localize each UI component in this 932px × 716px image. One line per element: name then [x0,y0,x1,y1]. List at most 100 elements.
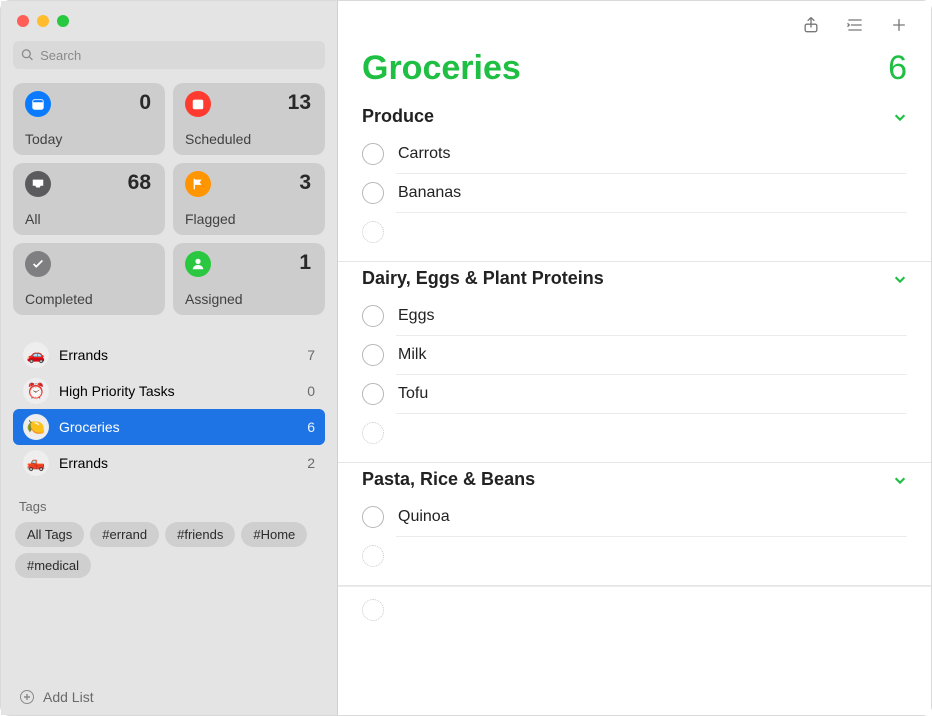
list-label: Errands [59,347,307,363]
new-reminder-placeholder[interactable] [396,212,907,251]
sidebar-list-errands-2[interactable]: 🛻 Errands 2 [13,445,325,481]
complete-toggle[interactable] [362,383,384,405]
new-item-circle-icon [362,545,384,567]
list-total-count: 6 [888,49,907,88]
calendar-icon [185,91,211,117]
tag-chip[interactable]: #Home [241,522,307,547]
list-count: 2 [307,455,315,471]
reminder-label: Milk [398,346,426,364]
complete-toggle[interactable] [362,305,384,327]
reminder-label: Eggs [398,307,434,325]
section-header[interactable]: Dairy, Eggs & Plant Proteins [362,268,907,289]
smart-list-count: 68 [128,171,151,195]
smart-list-all[interactable]: 68 All [13,163,165,235]
new-item-circle-icon [362,221,384,243]
fullscreen-window-button[interactable] [57,15,69,27]
share-button[interactable] [801,15,821,35]
list-header: Groceries 6 [338,49,931,100]
tray-icon [25,171,51,197]
sidebar-list-groceries[interactable]: 🍋 Groceries 6 [13,409,325,445]
sidebar-list-high-priority[interactable]: ⏰ High Priority Tasks 0 [13,373,325,409]
list-title: Groceries [362,49,521,88]
list-emoji-icon: 🛻 [23,450,49,476]
reminder-item[interactable]: Quinoa [362,498,907,536]
reminder-label: Bananas [398,184,461,202]
reminder-label: Carrots [398,145,450,163]
section-title: Produce [362,106,434,127]
smart-list-label: Completed [25,291,93,307]
toolbar [338,1,931,49]
new-item-circle-icon [362,599,384,621]
chevron-down-icon [893,110,907,124]
tag-chip[interactable]: #friends [165,522,235,547]
search-field[interactable] [13,41,325,69]
list-label: Errands [59,455,307,471]
smart-list-count: 1 [299,251,311,275]
add-list-button[interactable]: Add List [13,679,325,715]
reminder-item[interactable]: Carrots [362,135,907,173]
sidebar: 0 Today 13 Scheduled 68 All 3 Flagged [1,1,338,715]
smart-list-scheduled[interactable]: 13 Scheduled [173,83,325,155]
section-header[interactable]: Pasta, Rice & Beans [362,469,907,490]
section-produce: Produce Carrots Bananas [338,100,931,262]
section-header[interactable]: Produce [362,106,907,127]
main-content: Groceries 6 Produce Carrots Bananas [338,1,931,715]
section-title: Pasta, Rice & Beans [362,469,535,490]
new-reminder-placeholder[interactable] [396,413,907,452]
tag-chip[interactable]: #errand [90,522,159,547]
window-controls [13,15,325,27]
section-pasta: Pasta, Rice & Beans Quinoa [338,463,931,586]
plus-icon [889,15,909,35]
tag-chip[interactable]: All Tags [15,522,84,547]
list-count: 7 [307,347,315,363]
new-reminder-placeholder[interactable] [396,536,907,575]
smart-list-today[interactable]: 0 Today [13,83,165,155]
smart-list-count: 3 [299,171,311,195]
new-reminder-button[interactable] [889,15,909,35]
add-list-label: Add List [43,689,94,705]
smart-lists-grid: 0 Today 13 Scheduled 68 All 3 Flagged [13,83,325,315]
list-count: 0 [307,383,315,399]
list-count: 6 [307,419,315,435]
reminder-label: Quinoa [398,508,450,526]
section-title: Dairy, Eggs & Plant Proteins [362,268,604,289]
reminder-item[interactable]: Eggs [362,297,907,335]
minimize-window-button[interactable] [37,15,49,27]
tags-section: Tags All Tags #errand #friends #Home #me… [13,499,325,578]
flag-icon [185,171,211,197]
user-lists: 🚗 Errands 7 ⏰ High Priority Tasks 0 🍋 Gr… [13,337,325,481]
search-icon [21,48,34,62]
smart-list-assigned[interactable]: 1 Assigned [173,243,325,315]
view-options-button[interactable] [845,15,865,35]
reminder-item[interactable]: Tofu [396,374,907,413]
search-input[interactable] [40,48,317,63]
complete-toggle[interactable] [362,143,384,165]
chevron-down-icon [893,272,907,286]
new-reminder-bottom[interactable] [338,586,931,633]
smart-list-flagged[interactable]: 3 Flagged [173,163,325,235]
reminder-item[interactable]: Bananas [396,173,907,212]
smart-list-label: All [25,211,41,227]
calendar-today-icon [25,91,51,117]
tags-header: Tags [13,499,325,514]
tag-chip[interactable]: #medical [15,553,91,578]
share-icon [801,15,821,35]
list-content: Produce Carrots Bananas Dairy, Eggs & Pl… [338,100,931,715]
chevron-down-icon [893,473,907,487]
check-icon [25,251,51,277]
tags-wrap: All Tags #errand #friends #Home #medical [13,522,325,578]
section-dairy: Dairy, Eggs & Plant Proteins Eggs Milk T… [338,262,931,463]
plus-circle-icon [19,689,35,705]
close-window-button[interactable] [17,15,29,27]
reminder-label: Tofu [398,385,428,403]
smart-list-completed[interactable]: Completed [13,243,165,315]
smart-list-label: Today [25,131,62,147]
sidebar-list-errands[interactable]: 🚗 Errands 7 [13,337,325,373]
list-label: High Priority Tasks [59,383,307,399]
complete-toggle[interactable] [362,506,384,528]
complete-toggle[interactable] [362,344,384,366]
smart-list-label: Flagged [185,211,236,227]
complete-toggle[interactable] [362,182,384,204]
smart-list-count: 0 [139,91,151,115]
reminder-item[interactable]: Milk [396,335,907,374]
